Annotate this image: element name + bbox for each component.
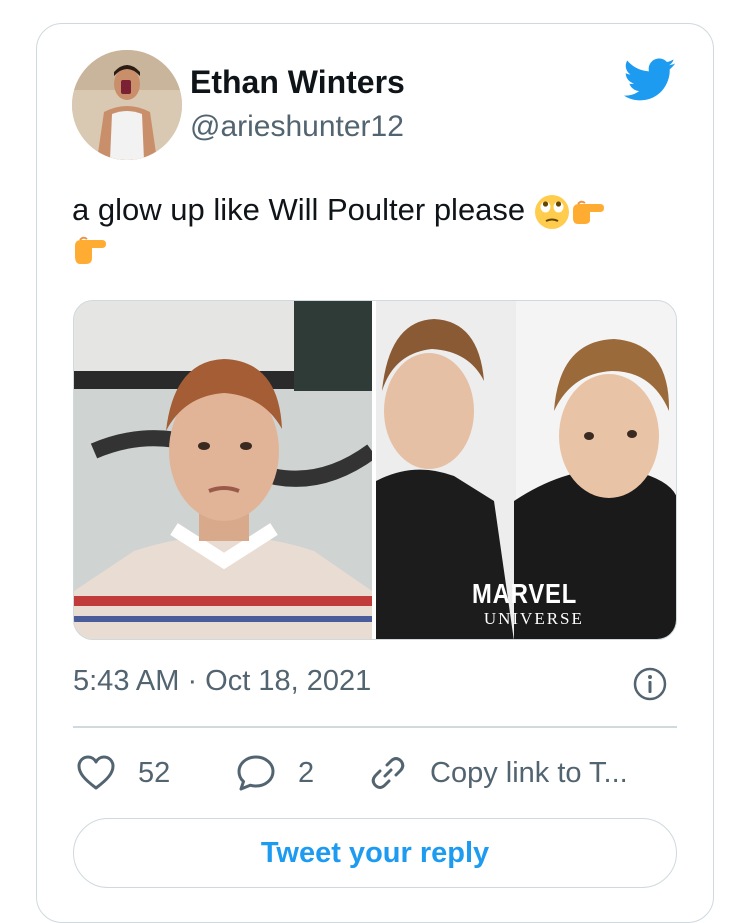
tweet-reply-button[interactable]: Tweet your reply xyxy=(73,818,677,888)
watermark-line2: UNIVERSE xyxy=(483,609,584,628)
tweet-text-body: a glow up like Will Poulter please xyxy=(72,192,526,227)
like-count: 52 xyxy=(138,756,171,789)
info-icon[interactable] xyxy=(632,666,668,702)
avatar-photo xyxy=(72,50,182,160)
tweet-timestamp[interactable]: 5:43 AM · Oct 18, 2021 xyxy=(73,665,371,698)
twitter-bird-icon[interactable] xyxy=(624,58,676,102)
media-watermark: MARVEL UNIVERSE xyxy=(472,578,596,628)
copy-link-button[interactable]: Copy link to T... xyxy=(368,753,628,793)
face-with-rolling-eyes-emoji-icon xyxy=(534,194,569,229)
tweet-text: a glow up like Will Poulter please xyxy=(72,190,672,270)
pointing-right-emoji-icon xyxy=(572,200,604,224)
reply-count: 2 xyxy=(298,756,315,789)
link-icon xyxy=(371,757,405,789)
avatar[interactable] xyxy=(72,50,182,160)
pointing-right-emoji-icon xyxy=(75,236,106,264)
author-handle[interactable]: @arieshunter12 xyxy=(190,110,404,144)
heart-icon xyxy=(77,755,115,790)
watermark-line1: MARVEL xyxy=(472,578,578,609)
author-display-name[interactable]: Ethan Winters xyxy=(190,64,405,101)
like-button[interactable]: 52 xyxy=(76,753,170,793)
divider xyxy=(73,726,677,728)
copy-link-label: Copy link to T... xyxy=(430,756,628,789)
reply-action-button[interactable]: 2 xyxy=(236,753,314,793)
speech-bubble-icon xyxy=(237,755,275,791)
